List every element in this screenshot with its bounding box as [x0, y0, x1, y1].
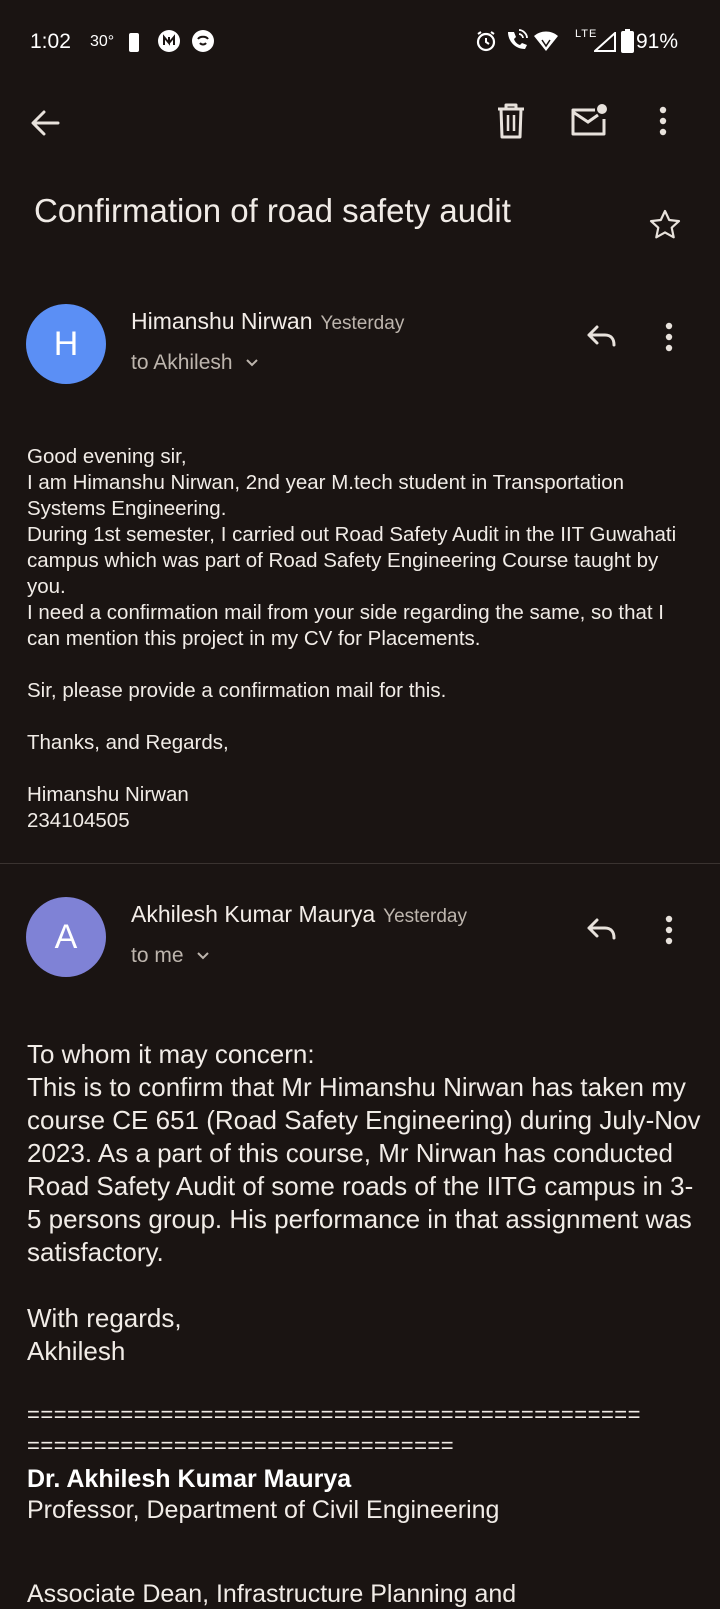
body-line: Thanks, and Regards,	[27, 731, 229, 754]
message-body: To whom it may concern: This is to confi…	[27, 1038, 707, 1368]
status-temperature: 30°	[90, 33, 115, 50]
body-line: Akhilesh	[27, 1336, 126, 1366]
status-time: 1:02	[30, 30, 71, 53]
signature-separator: ========================================…	[27, 1402, 641, 1427]
recipients-label: to Akhilesh	[131, 351, 233, 374]
recipients-label: to me	[131, 944, 184, 967]
message-more-button[interactable]	[659, 320, 679, 354]
body-line: Himanshu Nirwan	[27, 783, 189, 806]
signature-name: Dr. Akhilesh Kumar Maurya	[27, 1465, 352, 1493]
mail-unread-icon	[571, 104, 607, 136]
signature-title: Professor, Department of Civil Engineeri…	[27, 1496, 500, 1524]
message-date: Yesterday	[320, 313, 405, 334]
reply-icon	[587, 918, 616, 940]
message-header[interactable]: Himanshu Nirwan Yesterday	[131, 308, 404, 335]
message-date: Yesterday	[383, 906, 467, 927]
email-subject: Confirmation of road safety audit	[34, 192, 511, 229]
recipients-toggle[interactable]: to Akhilesh	[131, 351, 259, 375]
star-icon	[649, 209, 681, 239]
reply-button[interactable]	[585, 322, 619, 356]
more-vert-icon	[665, 322, 673, 352]
arrow-left-icon	[31, 110, 60, 136]
signature-separator: ================================	[27, 1433, 455, 1458]
battery-percent: 91%	[636, 30, 679, 53]
message-body: Good evening sir, I am Himanshu Nirwan, …	[27, 444, 697, 834]
body-line: 234104505	[27, 809, 130, 832]
body-line: With regards,	[27, 1303, 182, 1333]
mark-unread-button[interactable]	[569, 102, 609, 138]
star-button[interactable]	[648, 208, 682, 242]
reply-icon	[587, 325, 616, 347]
signature-role: Associate Dean, Infrastructure Planning …	[27, 1580, 517, 1608]
back-button[interactable]	[28, 106, 62, 140]
reply-button[interactable]	[585, 915, 619, 949]
more-vert-icon	[665, 915, 673, 945]
message-header[interactable]: Akhilesh Kumar Maurya Yesterday	[131, 901, 467, 928]
chevron-down-icon	[245, 359, 258, 367]
sender-name: Akhilesh Kumar Maurya	[131, 901, 376, 927]
body-line: This is to confirm that Mr Himanshu Nirw…	[27, 1072, 701, 1267]
battery-small-icon	[129, 33, 139, 52]
message-more-button[interactable]	[659, 913, 679, 947]
body-line: During 1st semester, I carried out Road …	[27, 523, 677, 598]
wifi-call-icon	[504, 29, 530, 53]
body-line: I need a confirmation mail from your sid…	[27, 601, 664, 650]
body-line: Good evening sir,	[27, 445, 187, 468]
alarm-icon	[474, 29, 498, 53]
more-options-button[interactable]	[653, 104, 673, 138]
signal-icon	[594, 32, 616, 52]
avatar[interactable]: H	[26, 304, 106, 384]
chevron-down-icon	[196, 952, 209, 960]
body-line: To whom it may concern:	[27, 1039, 315, 1069]
trash-icon	[498, 103, 524, 139]
wifi-icon	[533, 30, 559, 52]
avatar[interactable]: A	[26, 897, 106, 977]
message-divider	[0, 863, 720, 864]
body-line: I am Himanshu Nirwan, 2nd year M.tech st…	[27, 471, 625, 520]
battery-icon	[621, 29, 634, 53]
app-notification-icon-2	[191, 29, 215, 53]
body-line: Sir, please provide a confirmation mail …	[27, 679, 447, 702]
sender-name: Himanshu Nirwan	[131, 308, 313, 334]
recipients-toggle[interactable]: to me	[131, 944, 210, 968]
app-notification-icon	[157, 29, 181, 53]
more-vert-icon	[659, 106, 667, 136]
delete-button[interactable]	[493, 102, 529, 140]
